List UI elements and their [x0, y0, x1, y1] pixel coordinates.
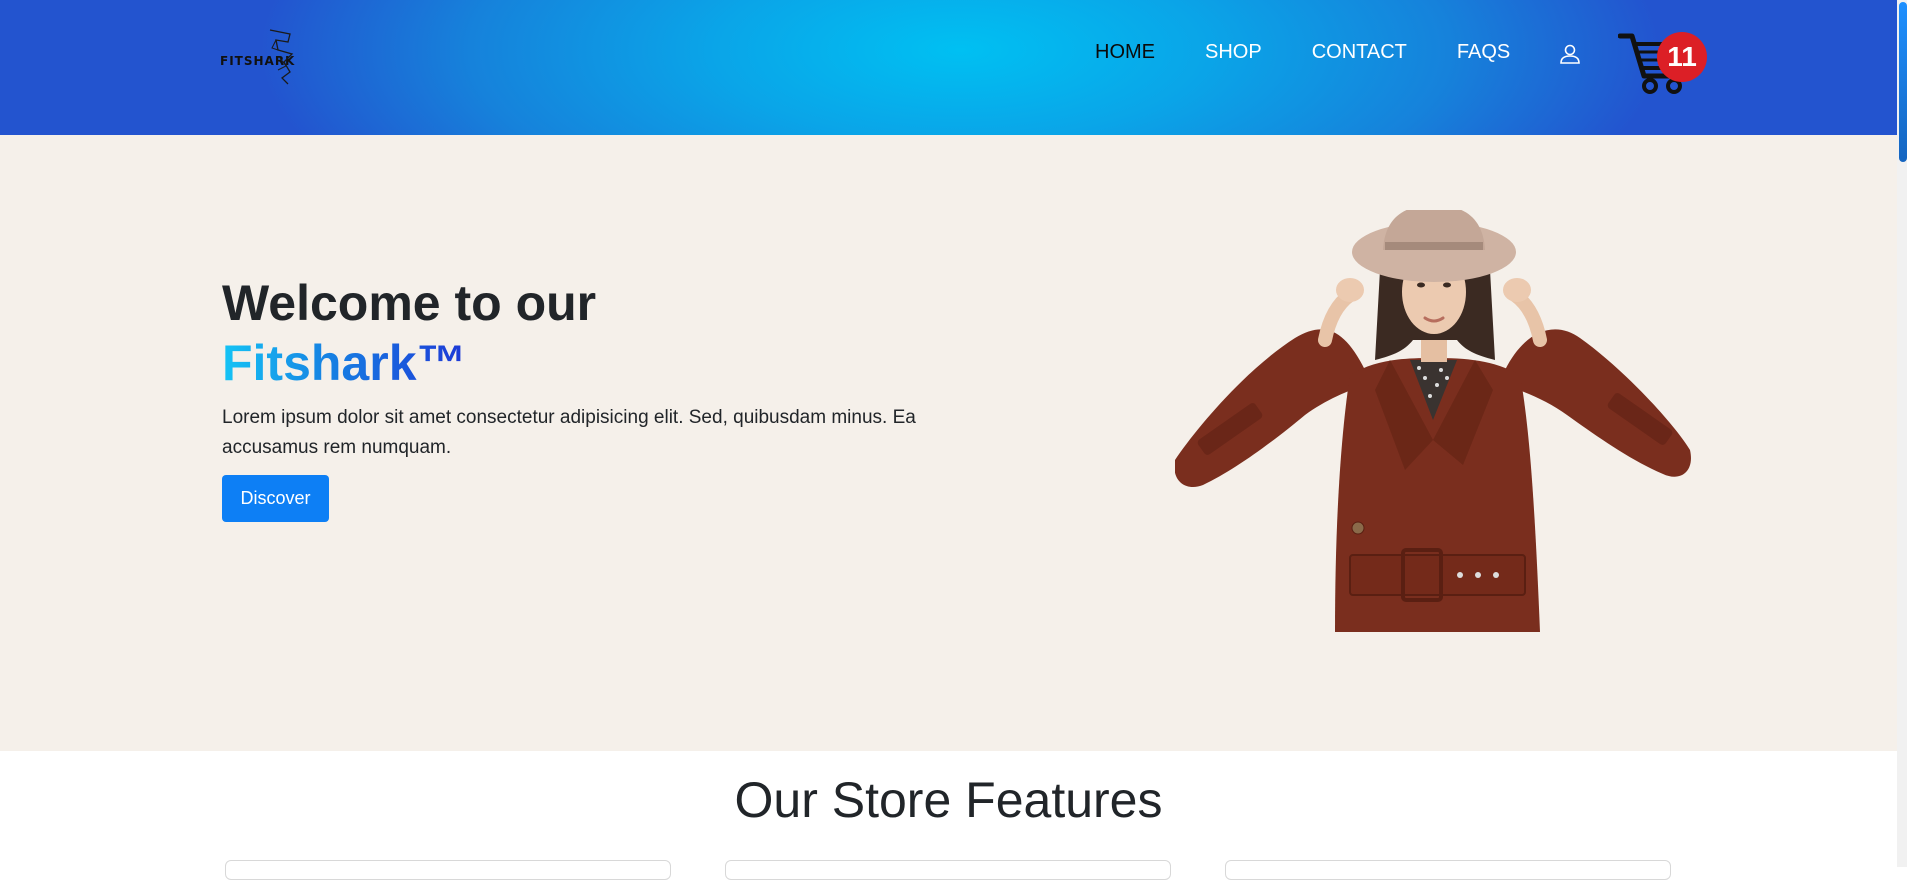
- feature-card: [725, 860, 1171, 880]
- nav-contact[interactable]: CONTACT: [1312, 40, 1407, 64]
- hero-section: Welcome to our Fitshark™ Lorem ipsum dol…: [0, 135, 1897, 751]
- feature-card: [225, 860, 671, 880]
- nav-shop[interactable]: SHOP: [1205, 40, 1262, 64]
- nav-faqs[interactable]: FAQS: [1457, 40, 1510, 64]
- hero-title-brand: Fitshark™: [222, 335, 467, 391]
- fitshark-logo-icon: [269, 29, 294, 85]
- cart-count-badge[interactable]: 11: [1657, 32, 1707, 82]
- scrollbar-thumb[interactable]: [1899, 2, 1907, 162]
- main-nav: HOME SHOP CONTACT FAQS: [1095, 40, 1560, 64]
- page-scrollbar[interactable]: [1897, 0, 1907, 867]
- features-title: Our Store Features: [734, 772, 1163, 828]
- user-icon[interactable]: [1558, 42, 1582, 66]
- hero-description: Lorem ipsum dolor sit amet consectetur a…: [222, 407, 916, 458]
- discover-button[interactable]: Discover: [222, 475, 329, 522]
- site-header: FITSHARK HOME SHOP CONTACT FAQS 11: [0, 0, 1897, 135]
- nav-home[interactable]: HOME: [1095, 40, 1155, 64]
- feature-card: [1225, 860, 1671, 880]
- hero-model-image: [1175, 210, 1691, 632]
- logo[interactable]: FITSHARK: [220, 28, 300, 88]
- hero-title: Welcome to our Fitshark™: [222, 273, 596, 393]
- hero-title-line1: Welcome to our: [222, 275, 597, 331]
